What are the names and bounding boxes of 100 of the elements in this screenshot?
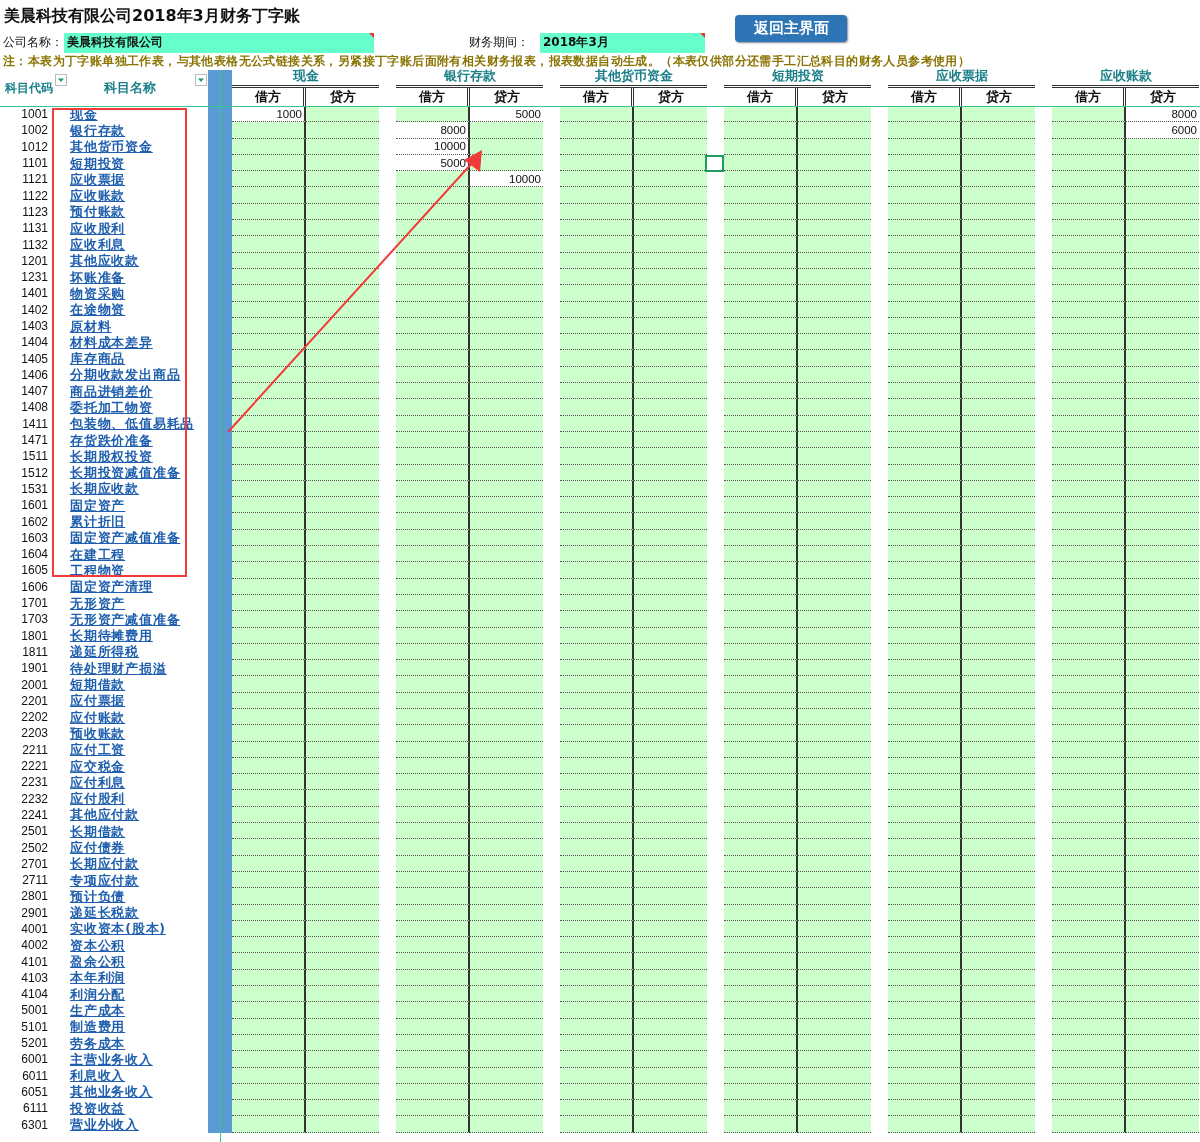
company-field[interactable]: 美晨科技有限公司	[64, 32, 374, 53]
account-code: 1123	[22, 204, 48, 219]
account-name-link[interactable]: 应收股利	[70, 220, 126, 236]
account-name-link[interactable]: 分期收款发出商品	[70, 367, 181, 383]
account-name-link[interactable]: 应付利息	[70, 774, 126, 790]
debit-header: 借方	[1074, 88, 1101, 106]
account-name-link[interactable]: 委托加工物资	[70, 400, 153, 415]
account-name-link[interactable]: 在途物资	[70, 302, 126, 318]
account-code: 1012	[21, 139, 48, 154]
back-to-main-button[interactable]: 返回主界面	[735, 15, 847, 42]
account-name-link[interactable]: 应收账款	[70, 188, 126, 204]
account-group-header: 现金	[292, 68, 319, 85]
account-name-link[interactable]: 长期待摊费用	[70, 628, 153, 644]
account-name-link[interactable]: 预收账款	[70, 725, 126, 741]
account-code: 4101	[21, 954, 48, 969]
credit-header: 贷方	[493, 88, 520, 106]
account-code: 1801	[21, 628, 48, 643]
credit-header: 贷方	[657, 88, 684, 106]
filter-dropdown-icon[interactable]	[195, 74, 207, 86]
account-name-link[interactable]: 利润分配	[70, 986, 126, 1002]
account-group-header: 应收票据	[935, 68, 988, 85]
account-name-link[interactable]: 其他货币资金	[70, 139, 153, 155]
account-name-link[interactable]: 固定资产清理	[70, 579, 153, 595]
account-group-header: 银行存款	[443, 68, 496, 85]
account-code: 1407	[21, 384, 48, 399]
account-name-link[interactable]: 其他业务收入	[70, 1084, 153, 1100]
account-code: 1402	[21, 302, 48, 317]
account-name-link[interactable]: 应付工资	[70, 742, 126, 758]
ledger-cell: 8000	[396, 122, 470, 139]
account-code: 1531	[21, 481, 48, 496]
debit-header: 借方	[910, 88, 937, 106]
period-label: 财务期间：	[468, 34, 530, 51]
account-name-link[interactable]: 银行存款	[70, 122, 126, 138]
account-name-link[interactable]: 应收利息	[70, 237, 126, 252]
account-name-link[interactable]: 盈余公积	[70, 954, 126, 970]
account-code: 1411	[22, 416, 48, 431]
account-name-link[interactable]: 专项应付款	[70, 872, 139, 888]
account-name-link[interactable]: 坏账准备	[70, 269, 126, 285]
account-name-link[interactable]: 长期借款	[70, 823, 126, 839]
account-name-link[interactable]: 材料成本差异	[70, 334, 153, 350]
account-name-link[interactable]: 其他应收款	[70, 253, 139, 269]
account-name-link[interactable]: 待处理财产损溢	[70, 660, 167, 676]
account-name-link[interactable]: 预付账款	[70, 204, 126, 220]
account-code: 2502	[21, 840, 48, 855]
account-name-link[interactable]: 长期投资减值准备	[70, 465, 181, 481]
account-code: 1511	[22, 449, 48, 464]
account-name-link[interactable]: 应付票据	[70, 693, 126, 709]
account-code: 2501	[21, 824, 48, 839]
account-name-link[interactable]: 长期应付款	[70, 856, 139, 872]
account-name-link[interactable]: 短期借款	[70, 677, 126, 693]
period-field[interactable]: 2018年3月	[540, 32, 705, 53]
account-group-header: 短期投资	[771, 68, 824, 85]
account-name-link[interactable]: 应付账款	[70, 709, 126, 725]
account-name-link[interactable]: 主营业务收入	[70, 1051, 153, 1067]
account-name-link[interactable]: 应付债券	[70, 840, 126, 855]
account-name-link[interactable]: 应付股利	[70, 791, 126, 807]
account-name-link[interactable]: 营业外收入	[70, 1117, 139, 1133]
account-name-link[interactable]: 固定资产	[70, 497, 126, 513]
account-code: 4104	[21, 987, 48, 1002]
account-name-link[interactable]: 投资收益	[70, 1100, 126, 1116]
account-name-link[interactable]: 递延长税款	[70, 905, 139, 921]
note-text: 注：本表为丁字账单独工作表，与其他表格无公式链接关系，另紧接丁字账后面附有相关财务报表，报表数据自动生成。（本表仅供部分还需手工汇总科目的财务人员参考使用）	[2, 53, 972, 68]
account-name-link[interactable]: 存货跌价准备	[70, 432, 153, 448]
filter-dropdown-icon[interactable]	[55, 74, 67, 86]
account-name-link[interactable]: 库存商品	[70, 351, 126, 367]
account-name-link[interactable]: 递延所得税	[70, 644, 139, 660]
account-name-link[interactable]: 累计折旧	[70, 514, 126, 530]
account-code: 1601	[21, 498, 48, 513]
account-code: 6011	[22, 1068, 48, 1083]
account-name-link[interactable]: 长期应收款	[70, 481, 139, 497]
account-name-link[interactable]: 制造费用	[70, 1019, 126, 1035]
account-name-link[interactable]: 其他应付款	[70, 807, 139, 823]
account-name-link[interactable]: 利息收入	[70, 1068, 126, 1084]
account-name-link[interactable]: 资本公积	[70, 937, 126, 953]
account-name-link[interactable]: 应收票据	[70, 171, 126, 187]
account-name-link[interactable]: 无形资产	[70, 595, 126, 611]
account-code: 1701	[21, 596, 48, 611]
account-name-link[interactable]: 实收资本(股本)	[70, 921, 166, 937]
account-name-link[interactable]: 无形资产减值准备	[70, 611, 181, 627]
account-name-link[interactable]: 预计负债	[70, 888, 126, 904]
account-name-link[interactable]: 长期股权投资	[70, 448, 153, 464]
account-name-link[interactable]: 固定资产减值准备	[70, 530, 181, 546]
debit-header: 借方	[582, 88, 609, 106]
account-name-link[interactable]: 在建工程	[70, 546, 126, 562]
account-name-link[interactable]: 短期投资	[70, 155, 126, 171]
account-code: 1404	[21, 335, 48, 350]
account-code: 6001	[21, 1052, 48, 1067]
account-name-link[interactable]: 劳务成本	[70, 1035, 126, 1051]
account-name-link[interactable]: 应交税金	[70, 758, 126, 774]
account-code: 1002	[21, 123, 48, 138]
account-name-link[interactable]: 物资采购	[70, 285, 126, 301]
account-name-link[interactable]: 本年利润	[70, 970, 126, 986]
account-code: 2221	[21, 759, 48, 773]
company-label: 公司名称：	[2, 34, 64, 51]
account-name-link[interactable]: 原材料	[70, 318, 112, 334]
account-code: 1122	[22, 188, 48, 203]
debit-header: 借方	[254, 88, 281, 106]
account-code: 1604	[21, 547, 48, 562]
account-name-link[interactable]: 生产成本	[70, 1002, 126, 1018]
account-name-link[interactable]: 商品进销差价	[70, 383, 153, 399]
